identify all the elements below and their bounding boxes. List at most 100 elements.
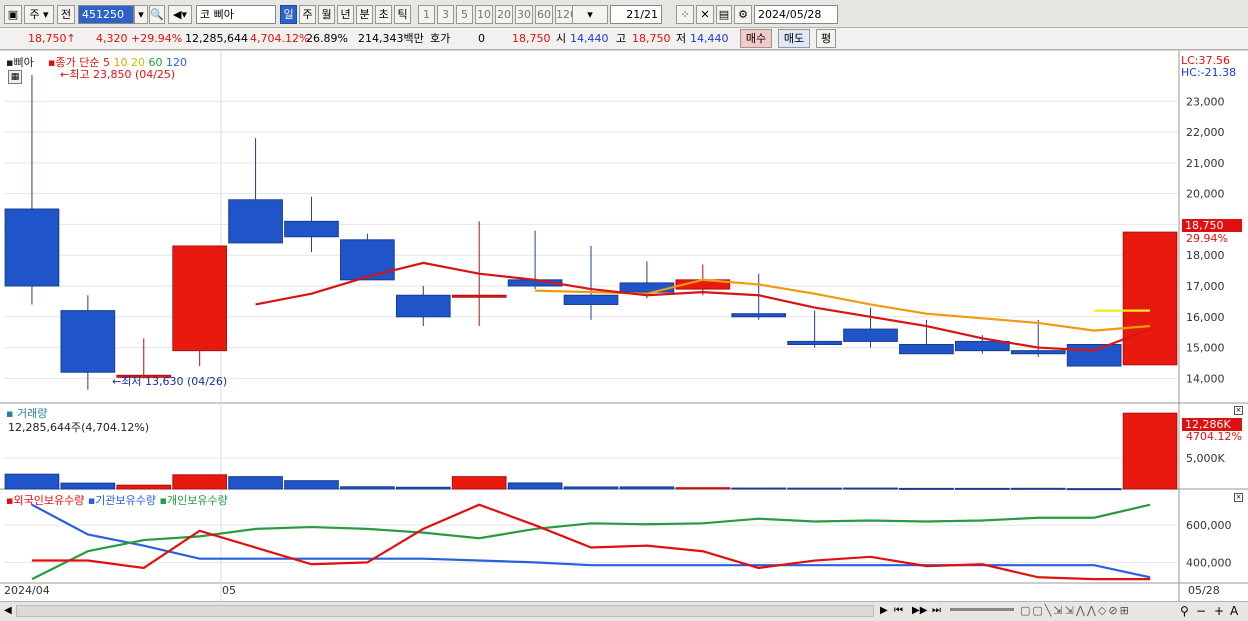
x-label-end: 05/28: [1188, 584, 1220, 597]
left-arrow-icon: ←: [112, 375, 122, 388]
period-main-select[interactable]: 주 ▾: [24, 5, 54, 24]
min-note-text: 최저 13,630 (04/26): [121, 375, 228, 388]
volume-bar: [60, 482, 116, 490]
volume-bar: [1066, 488, 1122, 491]
zoom-out-icon[interactable]: −: [1196, 604, 1206, 618]
prev-button[interactable]: 전: [57, 5, 75, 24]
count-field[interactable]: 21/21: [610, 5, 662, 24]
zoom-search-icon[interactable]: ⚲: [1180, 604, 1189, 618]
candle-body: [843, 328, 898, 342]
interval-button-4[interactable]: 20: [495, 5, 513, 24]
hoga-value: 0: [478, 32, 485, 45]
candle-body: [228, 199, 283, 244]
next-page-icon[interactable]: ▶▶: [912, 605, 927, 616]
gear-icon[interactable]: ⚙: [734, 5, 752, 24]
interval-button-6[interactable]: 60: [535, 5, 553, 24]
buy-button[interactable]: 매수: [740, 29, 772, 48]
text-tool-icon[interactable]: A: [1230, 604, 1238, 618]
candle-body: [172, 245, 228, 352]
first-page-icon[interactable]: ⏮: [894, 605, 903, 616]
count-value: 21: [626, 8, 641, 21]
period-button-0[interactable]: 일: [280, 5, 297, 24]
avg-button[interactable]: 평: [816, 29, 836, 48]
stock-name-field[interactable]: 코 삐아: [196, 5, 276, 24]
legend-foreign[interactable]: 외국인보유수량: [13, 494, 84, 507]
x-label-start: 2024/04: [4, 584, 50, 597]
volume-bar: [172, 474, 228, 490]
interval-button-3[interactable]: 10: [475, 5, 493, 24]
volume-bar: [228, 476, 283, 490]
legend-indiv[interactable]: 개인보유수량: [167, 494, 228, 507]
candle-body: [284, 220, 339, 238]
up-arrow-icon: ↑: [66, 32, 76, 45]
volume-bar: [619, 486, 675, 490]
zoom-in-icon[interactable]: +: [1214, 604, 1224, 618]
last-page-icon[interactable]: ⏭: [932, 605, 941, 616]
scroll-left-icon[interactable]: ◀: [4, 605, 12, 616]
price-value: 18,750: [28, 32, 67, 45]
interval-button-0[interactable]: 1: [418, 5, 435, 24]
volume-bar: [1122, 412, 1178, 490]
high-label: 고: [616, 32, 627, 45]
hc-label: HC:-21.38: [1181, 66, 1237, 79]
search-icon[interactable]: 🔍: [149, 5, 165, 24]
price-tick-label: 15,000: [1186, 342, 1225, 355]
max-note: ←최고 23,850 (04/25): [60, 66, 175, 82]
volume-bar: [284, 480, 339, 490]
interval-button-5[interactable]: 30: [515, 5, 533, 24]
bottom-bar: ◀ ▶ ⏮ ▶▶ ⏭ ▢▢╲⇲⇲⋀⋀◇⊘⊞ ⚲ − + A: [0, 601, 1248, 621]
interval-button-1[interactable]: 3: [437, 5, 454, 24]
volume-bar: [116, 484, 172, 490]
save-icon[interactable]: ▤: [716, 5, 732, 24]
stock-code-input[interactable]: 451250: [78, 5, 134, 24]
price-panel-tag: ▪삐아: [6, 54, 34, 70]
period-button-4[interactable]: 분: [356, 5, 373, 24]
volume-bar: [787, 487, 842, 490]
period-button-6[interactable]: 틱: [394, 5, 411, 24]
price-tick-label: 20,000: [1186, 188, 1225, 201]
volume-bar: [675, 487, 731, 490]
volume-bar: [563, 486, 619, 490]
interval-button-2[interactable]: 5: [456, 5, 473, 24]
holding-panel-close-icon[interactable]: ×: [1234, 493, 1243, 502]
x-label-may: 05: [222, 584, 236, 597]
volume-bar: [899, 487, 954, 490]
calendar-icon[interactable]: ▦: [8, 70, 22, 84]
date-field[interactable]: 2024/05/28: [754, 5, 838, 24]
volume-panel-close-icon[interactable]: ×: [1234, 406, 1243, 415]
volume-bar: [340, 486, 395, 490]
candle-body: [1066, 344, 1122, 367]
horizontal-scrollbar[interactable]: [16, 605, 874, 617]
sound-icon[interactable]: ◀▾: [168, 5, 192, 24]
price-tick-label: 18,000: [1186, 249, 1225, 262]
volume-last-pct: 4704.12%: [1186, 430, 1242, 443]
crosshair-icon[interactable]: ✕: [696, 5, 714, 24]
price-tick-label: 14,000: [1186, 372, 1225, 385]
legend-bullet-icon: ▪: [159, 494, 167, 507]
candle-body: [395, 294, 451, 318]
volume-bar: [954, 487, 1010, 490]
period-button-5[interactable]: 초: [375, 5, 392, 24]
sell-button[interactable]: 매도: [778, 29, 810, 48]
window-menu-icon[interactable]: ▣: [4, 5, 22, 24]
interval-custom-select[interactable]: ▾: [572, 5, 608, 24]
legend-inst[interactable]: 기관보유수량: [95, 494, 156, 507]
hoga-label: 호가: [430, 32, 451, 45]
drawing-tools[interactable]: ▢▢╲⇲⇲⋀⋀◇⊘⊞: [1020, 604, 1131, 617]
period-button-3[interactable]: 년: [337, 5, 354, 24]
period-button-1[interactable]: 주: [299, 5, 316, 24]
code-dropdown-icon[interactable]: ▾: [134, 5, 148, 24]
zoom-slider[interactable]: [950, 608, 1014, 611]
scroll-right-icon[interactable]: ▶: [880, 605, 888, 616]
volume-pct: 4,704.12%: [250, 32, 310, 45]
inst-hold-line: [31, 503, 1151, 579]
change-pct: +29.94%: [131, 32, 183, 45]
last-pct-tag: 29.94%: [1186, 232, 1228, 245]
volume-tick-label: 5,000K: [1186, 452, 1225, 465]
price-change: 4,320 +29.94%: [96, 31, 182, 47]
period-button-2[interactable]: 월: [318, 5, 335, 24]
pin-icon[interactable]: ⁘: [676, 5, 694, 24]
open-label: 시: [556, 32, 567, 45]
price-tick-label: 16,000: [1186, 311, 1225, 324]
candle-body: [451, 294, 507, 298]
